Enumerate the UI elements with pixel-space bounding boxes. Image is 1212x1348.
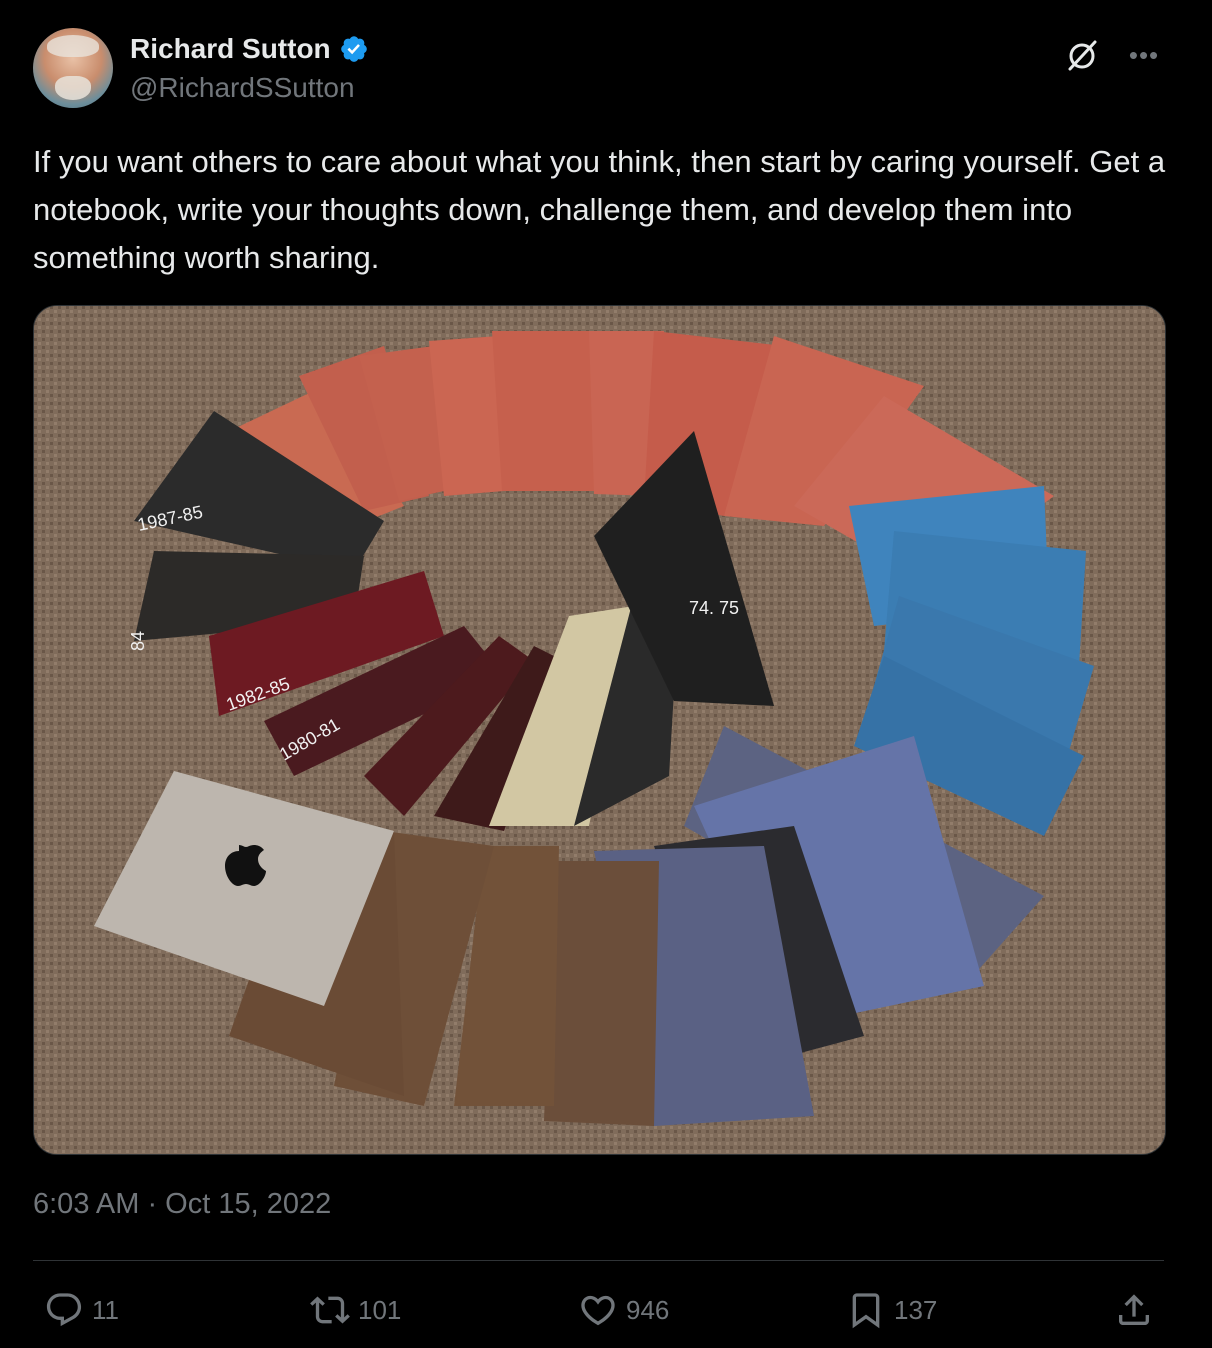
tweet-timestamp[interactable]: 6:03 AM · Oct 15, 2022: [33, 1188, 331, 1221]
avatar[interactable]: [33, 28, 113, 108]
spine-label: 84: [128, 631, 148, 651]
share-icon: [1119, 1294, 1149, 1325]
bookmark-count: 137: [894, 1294, 938, 1325]
retweet-icon: [310, 1296, 350, 1324]
avatar-hair: [47, 35, 99, 57]
author-handle[interactable]: @RichardSSutton: [130, 72, 355, 104]
reply-icon: [46, 1293, 82, 1327]
spine-label: 74. 75: [689, 598, 739, 618]
more-icon[interactable]: •••: [1124, 40, 1164, 70]
grok-icon[interactable]: [1062, 36, 1102, 76]
retweet-count: 101: [358, 1294, 402, 1325]
tweet-text: If you want others to care about what yo…: [33, 144, 1166, 275]
tweet-photo[interactable]: 1987-85 84 1982-85 1980-81 74. 75: [33, 305, 1166, 1155]
verified-badge-icon: [340, 36, 367, 62]
reply-count: 11: [92, 1294, 119, 1325]
bookmark-button[interactable]: 137: [846, 1290, 937, 1330]
like-button[interactable]: 946: [578, 1290, 669, 1330]
author-name[interactable]: Richard Sutton: [130, 33, 331, 65]
avatar-beard: [55, 76, 91, 100]
author-name-row: Richard Sutton: [130, 32, 369, 66]
retweet-button[interactable]: 101: [310, 1290, 401, 1330]
reply-button[interactable]: 11: [44, 1290, 119, 1330]
share-button[interactable]: [1114, 1290, 1154, 1330]
bookmark-icon: [852, 1293, 880, 1329]
like-count: 946: [626, 1294, 670, 1325]
notebooks-photo-illustration: 1987-85 84 1982-85 1980-81 74. 75: [34, 306, 1165, 1154]
divider: [33, 1260, 1164, 1261]
like-icon: [581, 1295, 615, 1326]
